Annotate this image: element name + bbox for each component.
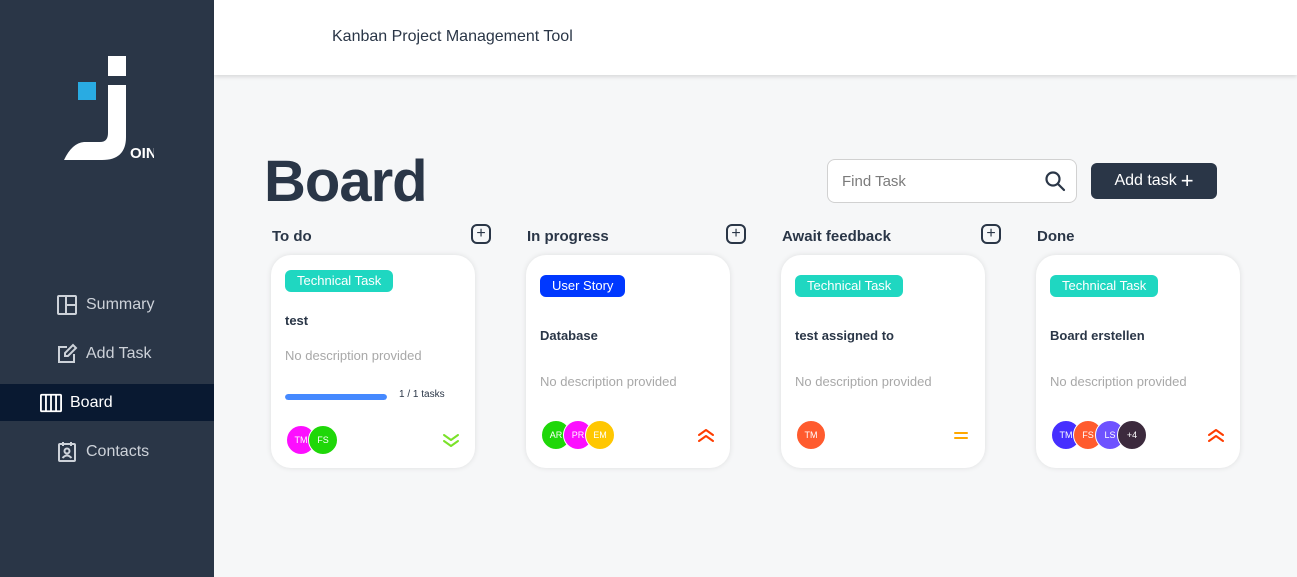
search-box xyxy=(827,159,1077,203)
task-card[interactable]: Technical Task test No description provi… xyxy=(271,255,475,468)
column-add-icon[interactable]: + xyxy=(726,224,746,244)
category-badge: Technical Task xyxy=(1050,275,1159,297)
plus-icon: + xyxy=(1180,168,1194,193)
card-description: No description provided xyxy=(795,374,932,389)
assignee-avatars: AR PR EM xyxy=(541,420,615,450)
sidebar-item-summary[interactable]: Summary xyxy=(0,286,214,323)
page-title: Board xyxy=(264,149,428,214)
logo-text: OIN xyxy=(130,145,154,162)
column-done: Done Technical Task Board erstellen No d… xyxy=(1029,224,1253,468)
column-add-icon[interactable]: + xyxy=(981,224,1001,244)
column-header: In progress + xyxy=(519,224,746,248)
sidebar-item-board[interactable]: Board xyxy=(0,384,214,421)
assignee-avatars: TM FS xyxy=(286,425,338,455)
assignee-avatars: TM xyxy=(796,420,826,450)
column-header: Await feedback + xyxy=(774,224,1001,248)
column-to-do: To do + Technical Task test No descripti… xyxy=(264,224,491,468)
avatar-overflow-count: +4 xyxy=(1117,420,1147,450)
column-in-progress: In progress + User Story Database No des… xyxy=(519,224,746,468)
board-icon xyxy=(40,393,62,412)
column-title: Done xyxy=(1037,228,1075,245)
column-add-icon[interactable]: + xyxy=(471,224,491,244)
category-badge: User Story xyxy=(540,275,626,297)
column-await-feedback: Await feedback + Technical Task test ass… xyxy=(774,224,1001,468)
contacts-icon xyxy=(58,441,76,462)
sidebar-item-add-task[interactable]: Add Task xyxy=(0,335,214,372)
sidebar-item-label: Contacts xyxy=(86,442,150,460)
priority-urgent-icon xyxy=(698,429,714,442)
sidebar-item-contacts[interactable]: Contacts xyxy=(0,433,214,470)
subtask-progress-label: 1 / 1 tasks xyxy=(399,389,445,400)
app-title: Kanban Project Management Tool xyxy=(332,28,573,45)
card-description: No description provided xyxy=(540,374,677,389)
join-logo[interactable]: OIN xyxy=(62,55,154,165)
task-card[interactable]: Technical Task test assigned to No descr… xyxy=(781,255,985,468)
subtask-progress-fill xyxy=(285,394,387,400)
category-badge: Technical Task xyxy=(285,270,394,292)
sidebar: OIN Summary Add Task Board Contacts xyxy=(0,0,214,577)
card-title: Board erstellen xyxy=(1050,328,1145,343)
card-description: No description provided xyxy=(1050,374,1187,389)
category-badge: Technical Task xyxy=(795,275,904,297)
column-header: To do + xyxy=(264,224,491,248)
sidebar-item-label: Board xyxy=(70,393,113,411)
card-title: Database xyxy=(540,328,598,343)
column-title: Await feedback xyxy=(782,228,891,245)
priority-low-icon xyxy=(443,434,459,447)
sidebar-item-label: Summary xyxy=(86,295,155,313)
top-header: Kanban Project Management Tool xyxy=(214,0,1297,75)
summary-icon xyxy=(57,294,77,315)
column-header: Done xyxy=(1029,224,1253,248)
add-task-button[interactable]: Add task + xyxy=(1091,163,1217,199)
sidebar-nav: Summary Add Task Board Contacts xyxy=(0,286,214,482)
search-input[interactable] xyxy=(842,172,1044,190)
priority-medium-icon xyxy=(954,432,968,439)
card-description: No description provided xyxy=(285,348,422,363)
card-title: test assigned to xyxy=(795,328,894,343)
avatar: EM xyxy=(585,420,615,450)
avatar: TM xyxy=(796,420,826,450)
priority-urgent-icon xyxy=(1208,429,1224,442)
task-card[interactable]: User Story Database No description provi… xyxy=(526,255,730,468)
search-icon[interactable] xyxy=(1044,170,1066,192)
add-task-label: Add task xyxy=(1114,172,1177,189)
column-title: In progress xyxy=(527,228,609,245)
assignee-avatars: TM FS LS +4 xyxy=(1051,420,1147,450)
sidebar-item-label: Add Task xyxy=(86,344,152,362)
edit-icon xyxy=(58,343,78,363)
avatar: FS xyxy=(308,425,338,455)
task-card[interactable]: Technical Task Board erstellen No descri… xyxy=(1036,255,1240,468)
column-title: To do xyxy=(272,228,312,245)
card-title: test xyxy=(285,313,309,328)
subtask-progress-bar xyxy=(285,394,387,400)
